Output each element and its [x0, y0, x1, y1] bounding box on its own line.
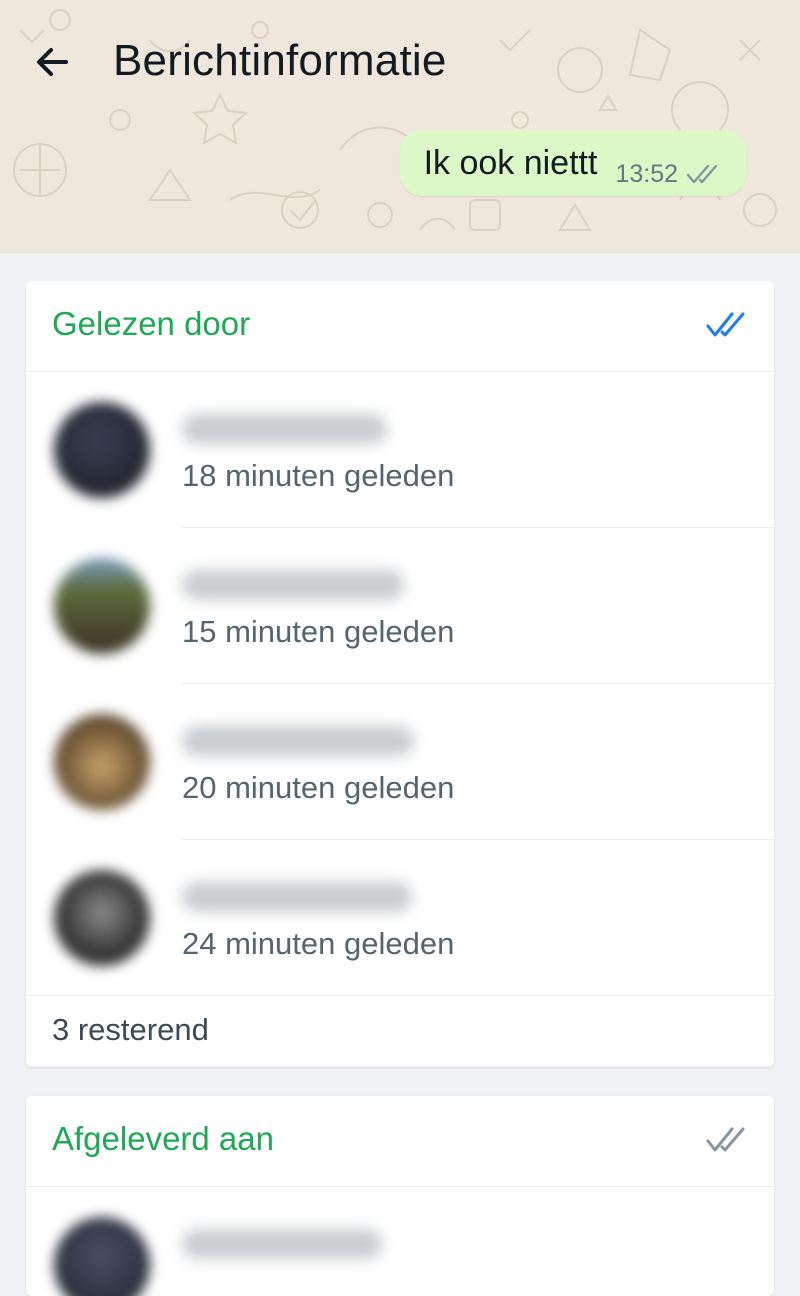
remaining-label: 3 resterend — [52, 1012, 209, 1047]
avatar — [54, 870, 150, 966]
recipient-row[interactable] — [26, 1187, 774, 1296]
remaining-readers[interactable]: 3 resterend — [26, 996, 774, 1067]
arrow-left-icon — [37, 48, 68, 76]
read-by-title: Gelezen door — [52, 305, 251, 342]
message-time: 13:52 — [615, 159, 678, 188]
read-time: 15 minuten geleden — [182, 614, 455, 649]
blurred-contact-name — [182, 570, 404, 600]
read-time: 20 minuten geleden — [182, 770, 455, 805]
message-bubble[interactable]: Ik ook niettt 13:52 — [399, 130, 746, 196]
double-check-icon — [686, 164, 718, 184]
avatar — [54, 558, 150, 654]
back-button[interactable] — [24, 34, 80, 90]
blurred-contact-name — [182, 414, 387, 444]
app-bar: Berichtinformatie — [0, 20, 800, 104]
reader-row[interactable]: 18 minuten geleden — [26, 372, 774, 528]
read-time: 18 minuten geleden — [182, 458, 455, 493]
blurred-contact-name — [182, 726, 414, 756]
delivered-to-title: Afgeleverd aan — [52, 1120, 274, 1157]
page-title: Berichtinformatie — [113, 36, 447, 85]
reader-row[interactable]: 15 minuten geleden — [26, 528, 774, 684]
read-by-header: Gelezen door — [26, 281, 774, 372]
blurred-contact-name — [182, 882, 412, 912]
grey-double-check-icon — [706, 1127, 745, 1152]
message-meta: 13:52 — [615, 160, 722, 189]
blurred-contact-name — [182, 1229, 382, 1259]
delivered-to-header: Afgeleverd aan — [26, 1096, 774, 1187]
read-by-card: Gelezen door 18 minuten geleden 15 minut… — [26, 281, 774, 1067]
blue-double-check-icon — [706, 312, 745, 337]
delivered-to-card: Afgeleverd aan — [26, 1096, 774, 1296]
reader-row[interactable]: 24 minuten geleden — [26, 840, 774, 996]
message-text: Ik ook niettt — [423, 143, 598, 182]
avatar — [54, 402, 150, 498]
read-time: 24 minuten geleden — [182, 926, 455, 961]
avatar — [54, 714, 150, 810]
reader-row[interactable]: 20 minuten geleden — [26, 684, 774, 840]
avatar — [54, 1217, 150, 1296]
message-preview-header: Berichtinformatie Ik ook niettt 13:52 — [0, 0, 800, 253]
